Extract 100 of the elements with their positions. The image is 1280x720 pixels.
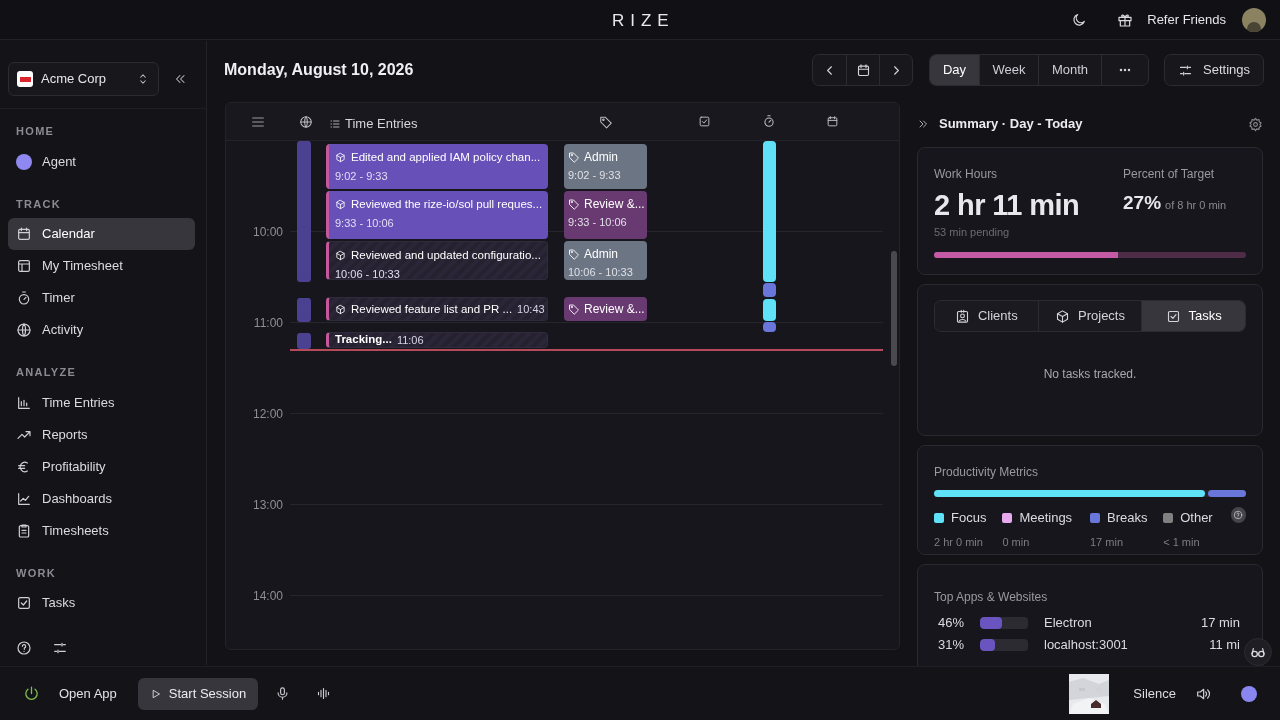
workspace-selector[interactable]: Acme Corp bbox=[8, 62, 159, 96]
settings-button[interactable]: Settings bbox=[1164, 54, 1264, 86]
app-time: 17 min bbox=[1200, 614, 1240, 633]
stat-label: Work Hours bbox=[934, 166, 999, 183]
tag-entry[interactable]: Review &... 9:33 - 10:06 bbox=[564, 191, 647, 240]
legend-label: Focus bbox=[951, 509, 987, 527]
breakdown-tab[interactable]: Tasks bbox=[1141, 301, 1245, 331]
pending-text: 53 min pending bbox=[934, 225, 1011, 240]
hour-label: 11:00 bbox=[252, 315, 283, 332]
workspace-logo-icon bbox=[17, 71, 33, 87]
menu-icon[interactable] bbox=[250, 114, 266, 130]
legend-value: 2 hr 0 min bbox=[934, 534, 984, 550]
tag-time: 10:06 - 10:33 bbox=[568, 265, 634, 281]
time-entry[interactable]: Reviewed and updated configuratio... 10:06 - 10:33 bbox=[326, 241, 548, 281]
entry-time: 11:06 bbox=[396, 333, 424, 348]
scrollbar[interactable] bbox=[891, 251, 897, 366]
tracking-entry[interactable]: Tracking... 11:06 bbox=[326, 332, 548, 349]
entry-time: 9:02 - 9:33 bbox=[335, 169, 389, 185]
expand-icon[interactable] bbox=[917, 118, 929, 130]
nav-icon bbox=[16, 226, 32, 242]
card-title: Productivity Metrics bbox=[934, 464, 1040, 481]
entry-time: 10:43 bbox=[517, 301, 545, 317]
help-icon[interactable] bbox=[1230, 507, 1246, 523]
nav-item[interactable]: Activity bbox=[8, 314, 195, 346]
timer-icon[interactable] bbox=[762, 114, 776, 128]
list-icon bbox=[329, 117, 341, 130]
entry-title: Tracking... bbox=[335, 333, 392, 348]
cube-icon bbox=[335, 152, 346, 164]
task-icon[interactable] bbox=[698, 115, 711, 128]
app-time: 11 mi bbox=[1209, 636, 1240, 655]
tag-time: 9:02 - 9:33 bbox=[568, 168, 622, 184]
cube-icon bbox=[335, 199, 346, 211]
column-header[interactable]: Time Entries bbox=[329, 114, 418, 134]
view-tab[interactable]: Month bbox=[1039, 55, 1102, 85]
section-heading: TRACK bbox=[15, 196, 63, 212]
calendar-icon[interactable] bbox=[826, 115, 839, 128]
nav-icon bbox=[16, 258, 32, 274]
tag-icon[interactable] bbox=[599, 115, 613, 129]
nav-item[interactable]: Dashboards bbox=[8, 482, 195, 515]
moon-icon[interactable] bbox=[1071, 11, 1088, 28]
agent-orb-icon[interactable] bbox=[1241, 685, 1257, 702]
tag-label: Review &... bbox=[584, 301, 645, 319]
collapse-icon[interactable] bbox=[173, 72, 187, 86]
nav-item[interactable]: Agent bbox=[8, 145, 195, 178]
time-entry[interactable]: Reviewed the rize-io/sol pull reques... 9:33 - 10:06 bbox=[326, 191, 548, 240]
hour-label: 13:00 bbox=[251, 497, 283, 514]
entry-title: Edited and applied IAM policy chan... bbox=[351, 150, 541, 166]
entry-time: 10:06 - 10:33 bbox=[335, 267, 401, 280]
tag-entry[interactable]: Admin 10:06 - 10:33 bbox=[564, 241, 647, 281]
tag-label: Admin bbox=[584, 246, 618, 264]
nav-item[interactable]: Time Entries bbox=[8, 386, 195, 419]
empty-message: No tasks tracked. bbox=[1042, 366, 1138, 383]
time-entry[interactable]: Edited and applied IAM policy chan... 9:02 - 9:33 bbox=[326, 144, 548, 190]
nav-icon bbox=[16, 394, 32, 411]
avatar[interactable] bbox=[1242, 7, 1266, 32]
nav-item[interactable]: Timer bbox=[8, 282, 195, 314]
nav-item[interactable]: My Timesheet bbox=[8, 250, 195, 282]
section-heading: HOME bbox=[15, 124, 56, 139]
view-tab[interactable]: Day bbox=[930, 55, 980, 85]
refer-friends-button[interactable]: Refer Friends bbox=[1117, 9, 1226, 30]
nav-item[interactable]: Tasks bbox=[8, 587, 195, 619]
tag-entry[interactable]: Review &... bbox=[564, 297, 647, 322]
legend-label: Breaks bbox=[1107, 509, 1148, 527]
entry-title: Reviewed feature list and PR ... bbox=[351, 301, 513, 317]
app-percent: 31% bbox=[937, 636, 966, 655]
sliders-icon[interactable] bbox=[52, 640, 68, 656]
task-icon bbox=[1165, 308, 1181, 324]
legend-label: Meetings bbox=[1019, 509, 1073, 527]
nav-icon bbox=[16, 595, 32, 611]
tag-icon bbox=[568, 198, 580, 211]
help-icon[interactable] bbox=[16, 640, 32, 656]
calendar-icon bbox=[855, 62, 871, 78]
open-app-button[interactable]: Open App bbox=[23, 683, 117, 704]
work-hours-value: 2 hr 11 min bbox=[934, 188, 1081, 223]
tag-icon bbox=[568, 248, 580, 261]
view-tab[interactable]: Week bbox=[980, 55, 1039, 85]
tag-entry[interactable]: Admin 9:02 - 9:33 bbox=[564, 144, 647, 190]
start-session-button[interactable]: Start Session bbox=[137, 677, 259, 710]
tag-label: Review &... bbox=[584, 196, 645, 214]
card-title: Top Apps & Websites bbox=[934, 589, 1049, 606]
nav-item[interactable]: Profitability bbox=[8, 450, 195, 483]
cube-icon bbox=[335, 303, 346, 315]
summary-title: Summary · Day - Today bbox=[939, 115, 1083, 134]
time-entry[interactable]: Reviewed feature list and PR ... 10:43 bbox=[326, 297, 548, 322]
globe-icon[interactable] bbox=[299, 115, 313, 129]
settings-icon[interactable] bbox=[1248, 116, 1263, 132]
hour-label: 14:00 bbox=[251, 588, 283, 605]
cube-icon bbox=[335, 250, 346, 262]
nav-item[interactable]: Reports bbox=[8, 418, 195, 451]
nav-item[interactable]: Calendar bbox=[8, 218, 195, 250]
entry-title: Reviewed and updated configuratio... bbox=[351, 248, 541, 264]
section-heading: ANALYZE bbox=[15, 365, 78, 380]
breakdown-tab[interactable]: Clients bbox=[935, 301, 1038, 331]
nav-item[interactable]: Timesheets bbox=[8, 514, 195, 547]
date-title: Monday, August 10, 2026 bbox=[224, 60, 414, 80]
waveform-icon[interactable] bbox=[316, 686, 332, 701]
hour-label: 10:00 bbox=[251, 224, 283, 241]
client-icon bbox=[954, 308, 970, 324]
nav-icon bbox=[16, 490, 32, 507]
legend-label: Other bbox=[1180, 509, 1213, 527]
